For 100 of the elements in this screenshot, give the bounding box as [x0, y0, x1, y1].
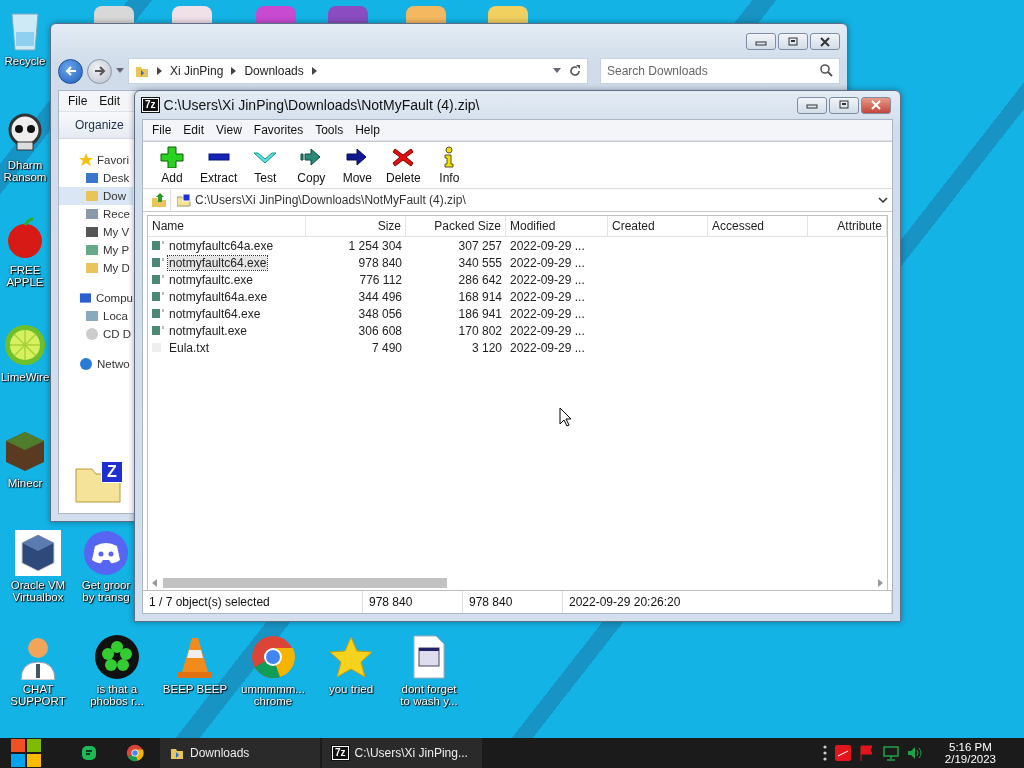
column-header[interactable]: Attribute	[808, 216, 887, 236]
file-name[interactable]: notmyfaultc64.exe	[168, 255, 268, 270]
menu-item[interactable]: File	[147, 123, 177, 137]
table-cell-text: 2022-09-29 ...	[509, 323, 586, 338]
refresh-icon[interactable]	[569, 65, 581, 77]
chevron-down-icon[interactable]	[878, 197, 888, 203]
table-cell-text: 2022-09-29 ...	[509, 306, 586, 321]
shortcut-icon[interactable]	[328, 6, 368, 23]
scroll-left-icon[interactable]	[152, 579, 157, 587]
nav-item[interactable]: Rece	[59, 205, 133, 223]
cube-icon	[15, 530, 61, 576]
nav-item[interactable]: Netwo	[59, 355, 133, 373]
star-icon	[328, 634, 374, 680]
clock[interactable]: 5:16 PM 2/19/2023	[944, 741, 996, 765]
file-name[interactable]: notmyfaultc64a.exe	[168, 238, 275, 253]
file-icon	[152, 274, 165, 285]
table-cell-text: 348 056	[357, 306, 403, 321]
file-icon	[152, 325, 165, 336]
menu-item[interactable]: File	[63, 94, 93, 108]
table-cell-text: 306 608	[357, 323, 403, 338]
file-name[interactable]: notmyfault64.exe	[168, 306, 262, 321]
minimize-button[interactable]	[797, 96, 827, 114]
nav-item[interactable]: My P	[59, 241, 133, 259]
minimize-icon	[806, 101, 818, 109]
menu-item[interactable]: Tools	[310, 123, 349, 137]
taskbar-button[interactable]: Downloads	[160, 738, 320, 768]
table-cell-text: 307 257	[457, 238, 503, 253]
maximize-icon	[838, 100, 850, 110]
column-header[interactable]: Size	[306, 216, 406, 236]
taskbar-button[interactable]: 7z C:\Users\Xi JinPing...	[322, 738, 482, 768]
disc-icon	[85, 327, 99, 341]
table-cell-text: 286 642	[457, 272, 503, 287]
menu-item[interactable]: Edit	[178, 123, 210, 137]
chevron-icon	[311, 67, 317, 75]
browser-icon	[126, 744, 144, 762]
nav-item[interactable]: Dow	[59, 187, 133, 205]
nav-item[interactable]: My V	[59, 223, 133, 241]
back-arrow-icon	[64, 65, 77, 77]
toolbar-button[interactable]: Move	[334, 143, 381, 187]
file-icon	[152, 291, 165, 302]
table-cell-text: 2022-09-29 ...	[509, 238, 586, 253]
toolbar-button[interactable]: Add	[149, 143, 195, 187]
address-bar[interactable]: Xi JinPing Downloads	[128, 58, 588, 84]
menu-item[interactable]: Favorites	[248, 123, 309, 137]
search-icon	[820, 64, 833, 77]
column-header[interactable]: Accessed	[708, 216, 808, 236]
flag-icon[interactable]	[858, 745, 875, 761]
nav-item[interactable]: My D	[59, 259, 133, 277]
file-name[interactable]: Eula.txt	[168, 340, 211, 355]
close-icon	[870, 100, 882, 110]
column-header[interactable]: Modified	[506, 216, 608, 236]
file-name[interactable]: notmyfault64a.exe	[168, 289, 269, 304]
nav-item[interactable]: Favori	[59, 151, 133, 169]
scroll-right-icon[interactable]	[878, 579, 883, 587]
folder-up-icon	[150, 192, 167, 208]
windows-logo-icon	[10, 738, 42, 768]
app-logo: 7z	[332, 746, 349, 760]
forward-button[interactable]	[87, 58, 112, 84]
table-cell-text: 2022-09-29 ...	[509, 255, 586, 270]
file-icon	[152, 257, 165, 268]
chat-icon	[81, 745, 97, 761]
window-title: C:\Users\Xi JinPing\Downloads\NotMyFault (4).zip\	[163, 97, 481, 113]
file-name[interactable]: notmyfault.exe	[168, 323, 249, 338]
nav-item[interactable]: Desk	[59, 169, 133, 187]
tray-app-icon[interactable]	[834, 745, 851, 761]
more-icon[interactable]	[822, 745, 827, 761]
column-header[interactable]: Packed Size	[406, 216, 506, 236]
menu-item[interactable]: View	[211, 123, 247, 137]
column-header[interactable]: Name	[148, 216, 306, 236]
toolbar-button[interactable]: Extract	[195, 143, 243, 187]
status-text: 2022-09-29 20:26:20	[563, 591, 892, 613]
toolbar-button[interactable]: Delete	[380, 143, 427, 187]
column-header[interactable]: Created	[608, 216, 708, 236]
breadcrumb-item[interactable]: Xi JinPing	[170, 64, 224, 78]
toolbar-button[interactable]: Info	[426, 143, 473, 187]
nav-item[interactable]: Compu	[59, 289, 133, 307]
path-field[interactable]: C:\Users\Xi JinPing\Downloads\NotMyFault (4).zip\	[177, 190, 888, 210]
maximize-button[interactable]	[829, 96, 859, 114]
back-button[interactable]	[58, 58, 83, 84]
menu-item[interactable]: Help	[350, 123, 385, 137]
table-cell-text: 1 254 304	[347, 238, 403, 253]
status-text: 1 / 7 object(s) selected	[143, 591, 363, 613]
caret-icon	[553, 68, 561, 74]
toolbar-button[interactable]: Test	[242, 143, 289, 187]
file-name[interactable]: notmyfaultc.exe	[168, 272, 255, 287]
table-cell-text: 168 914	[457, 289, 503, 304]
nav-item[interactable]: CD D	[59, 325, 133, 343]
maximize-button[interactable]	[778, 33, 808, 50]
toolbar-button[interactable]: Copy	[288, 143, 335, 187]
breadcrumb-item[interactable]: Downloads	[244, 64, 304, 78]
caret-icon	[116, 68, 124, 74]
speaker-icon[interactable]	[906, 745, 923, 761]
status-text: 978 840	[363, 591, 463, 613]
minimize-button[interactable]	[746, 33, 776, 50]
menu-item[interactable]: Edit	[94, 94, 126, 108]
search-field[interactable]: Search Downloads	[600, 58, 840, 84]
nav-item[interactable]: Loca	[59, 307, 133, 325]
organize-button[interactable]: Organize	[75, 118, 124, 132]
close-button[interactable]	[810, 33, 840, 50]
close-icon	[819, 36, 831, 47]
